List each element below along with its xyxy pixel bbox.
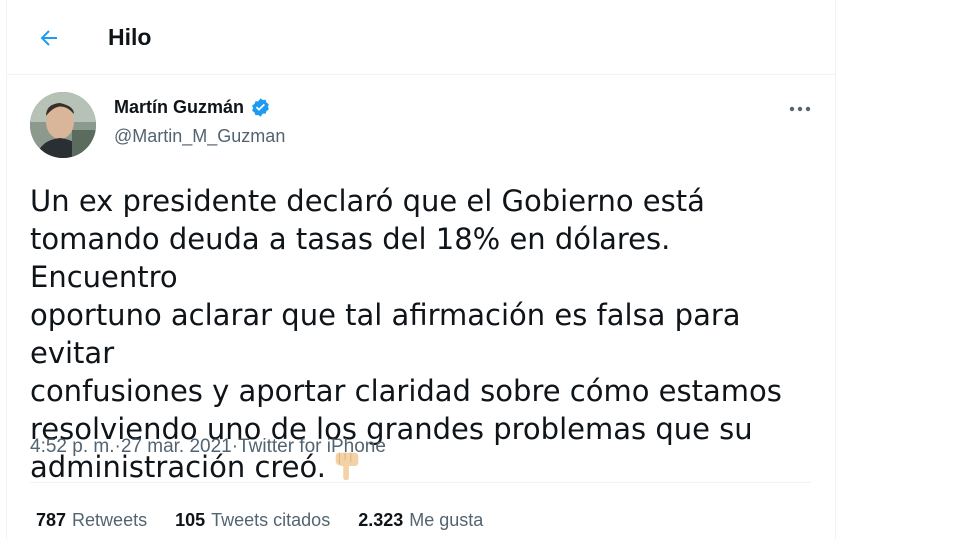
author-handle[interactable]: @Martin_M_Guzman (114, 126, 285, 147)
tweet-stats: 787 Retweets 105 Tweets citados 2.323 Me… (36, 510, 483, 531)
author-name-row[interactable]: Martín Guzmán (114, 97, 271, 118)
more-options-button[interactable] (785, 94, 815, 124)
page-header: Hilo (7, 0, 835, 75)
tweet-time[interactable]: 4:52 p. m. (30, 436, 115, 458)
back-button[interactable] (29, 18, 69, 58)
likes-label: Me gusta (409, 510, 484, 530)
more-options-icon (789, 106, 811, 112)
divider (30, 482, 811, 483)
avatar-image (30, 92, 96, 158)
tweet-meta: 4:52 p. m. · 27 mar. 2021 · Twitter for … (30, 436, 386, 458)
retweets-stat[interactable]: 787 Retweets (36, 510, 147, 531)
tweet-source[interactable]: Twitter for iPhone (238, 436, 386, 458)
likes-stat[interactable]: 2.323 Me gusta (358, 510, 483, 531)
arrow-left-icon (40, 30, 57, 46)
avatar[interactable] (30, 92, 96, 158)
retweets-label: Retweets (72, 510, 148, 530)
quote-tweets-stat[interactable]: 105 Tweets citados (175, 510, 330, 531)
quote-tweets-count: 105 (175, 510, 206, 530)
likes-count: 2.323 (358, 510, 404, 530)
page-title: Hilo (108, 24, 152, 50)
thread-column: Hilo Martín Guzmán @Martin_M_Guzman Un e… (6, 0, 836, 539)
verified-badge-icon (252, 98, 269, 117)
retweets-count: 787 (36, 510, 67, 530)
tweet-date[interactable]: 27 mar. 2021 (121, 436, 232, 458)
author-display-name[interactable]: Martín Guzmán (114, 97, 244, 118)
quote-tweets-label: Tweets citados (211, 510, 331, 530)
